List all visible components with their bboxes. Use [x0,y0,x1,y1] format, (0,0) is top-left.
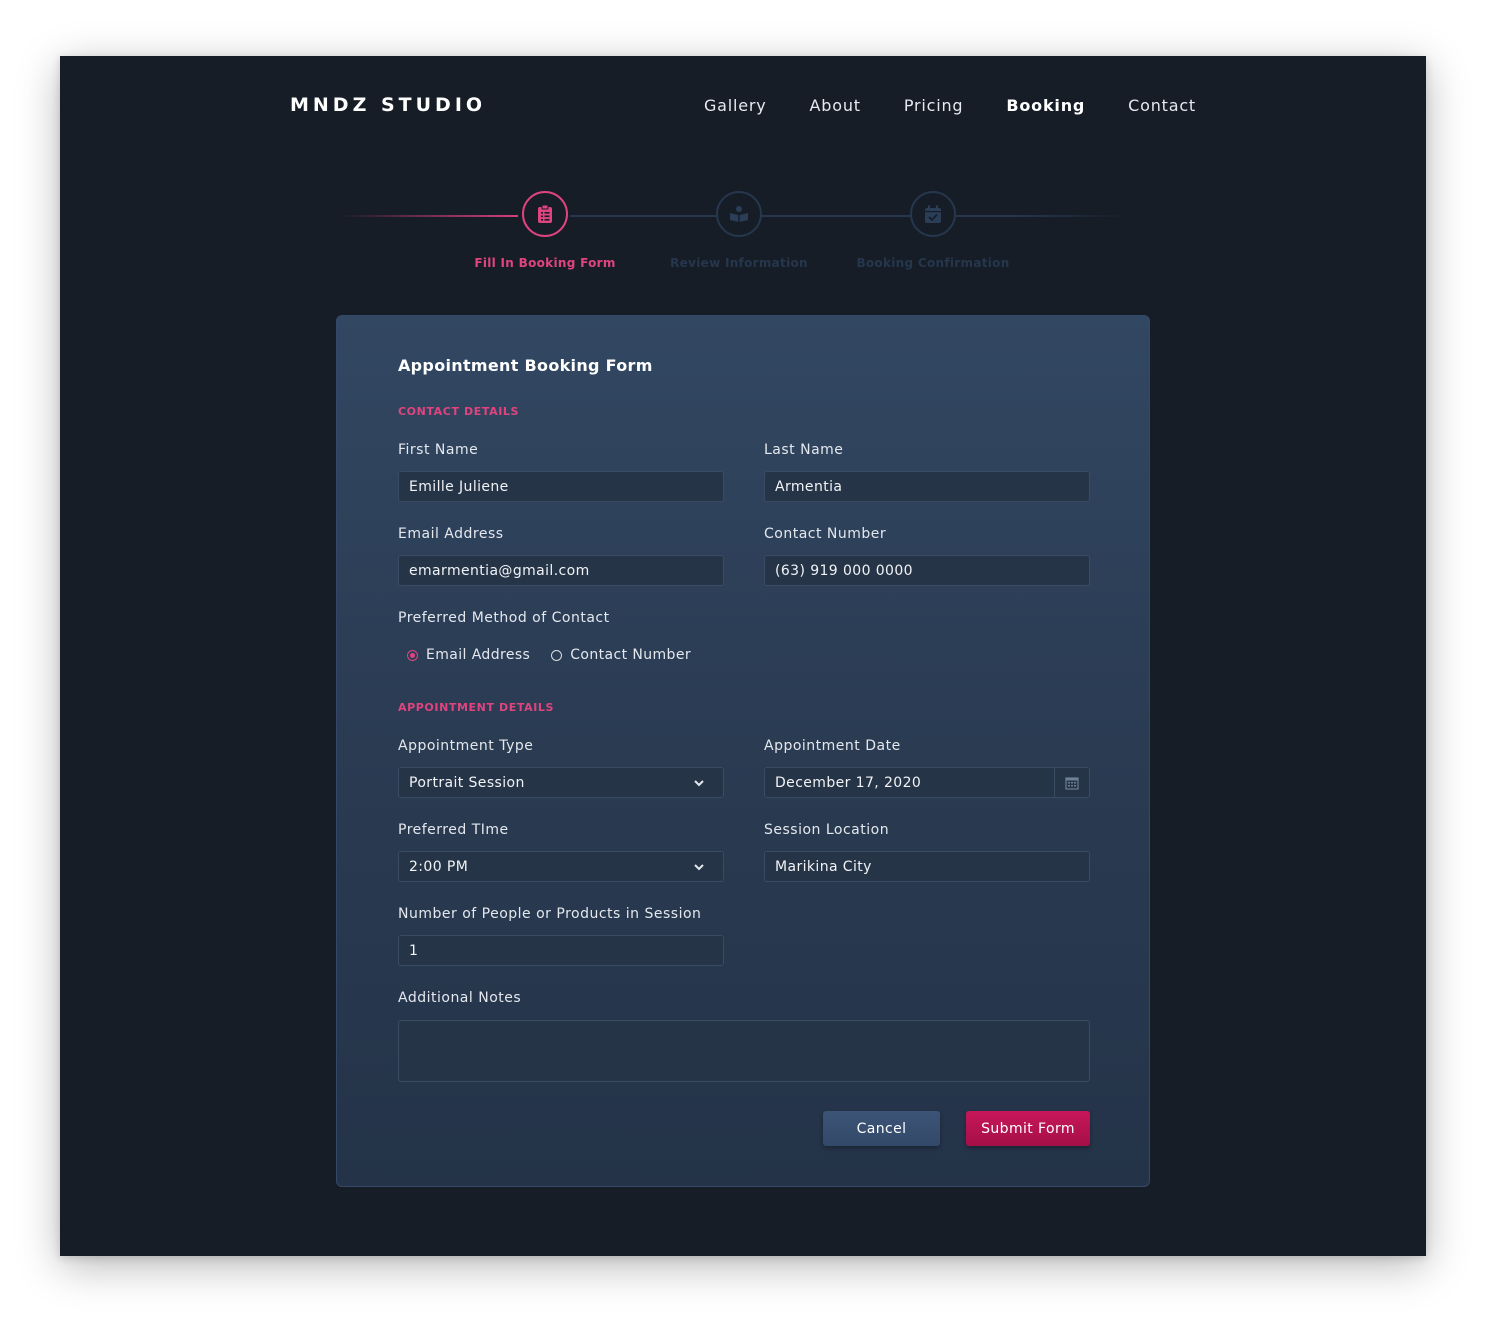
date-picker-button[interactable] [1054,768,1089,797]
session-location-value: Marikina City [775,858,872,875]
nav-pricing[interactable]: Pricing [904,96,964,115]
step-2-label: Review Information [670,256,808,270]
last-name-label: Last Name [764,442,844,458]
radio-email[interactable] [407,649,418,661]
book-reader-icon [730,206,748,222]
appointment-type-select[interactable]: Portrait Session [398,767,724,798]
last-name-input[interactable]: Armentia [764,471,1090,502]
session-location-input[interactable]: Marikina City [764,851,1090,882]
people-count-input[interactable]: 1 [398,935,724,966]
nav-booking[interactable]: Booking [1006,96,1085,115]
app-window: MNDZ STUDIO Gallery About Pricing Bookin… [60,56,1426,1256]
first-name-value: Emille Juliene [409,478,509,495]
nav-about[interactable]: About [810,96,861,115]
form-title: Appointment Booking Form [398,356,653,375]
step-3-circle[interactable] [910,191,956,237]
preferred-contact-radio-group: Email Address Contact Number [407,647,712,663]
step-1-label: Fill In Booking Form [474,256,616,270]
first-name-input[interactable]: Emille Juliene [398,471,724,502]
submit-form-button[interactable]: Submit Form [966,1111,1090,1146]
session-location-label: Session Location [764,822,890,838]
contact-section-title: CONTACT DETAILS [398,405,520,418]
radio-phone[interactable] [551,649,563,661]
appointment-type-label: Appointment Type [398,738,534,754]
appointment-date-input[interactable]: December 17, 2020 [764,767,1090,798]
calendar-check-icon [925,205,941,223]
stepper-track-complete [340,215,518,217]
preferred-contact-label: Preferred Method of Contact [398,610,610,626]
additional-notes-textarea[interactable] [398,1020,1090,1082]
nav-contact[interactable]: Contact [1128,96,1196,115]
preferred-time-value: 2:00 PM [409,858,469,875]
radio-phone-option[interactable]: Contact Number [551,647,691,663]
radio-email-label: Email Address [426,647,531,663]
step-2-circle[interactable] [716,191,762,237]
preferred-time-select[interactable]: 2:00 PM [398,851,724,882]
people-count-label: Number of People or Products in Session [398,906,702,922]
booking-form-card: Appointment Booking Form CONTACT DETAILS… [336,315,1150,1187]
people-count-value: 1 [409,942,419,959]
email-input[interactable]: emarmentia@gmail.com [398,555,724,586]
email-label: Email Address [398,526,504,542]
email-value: emarmentia@gmail.com [409,562,590,579]
chevron-down-icon [694,780,704,787]
contact-number-input[interactable]: (63) 919 000 0000 [764,555,1090,586]
clipboard-icon [538,204,552,223]
contact-number-value: (63) 919 000 0000 [775,562,913,579]
stepper-track-pending [570,215,1130,217]
first-name-label: First Name [398,442,479,458]
calendar-icon [1065,776,1079,790]
booking-stepper: Fill In Booking Form Review Information … [330,186,1140,276]
radio-email-option[interactable]: Email Address [407,647,530,663]
radio-phone-label: Contact Number [570,647,692,663]
nav-gallery[interactable]: Gallery [704,96,767,115]
main-nav: Gallery About Pricing Booking Contact [661,96,1196,115]
last-name-value: Armentia [775,478,843,495]
step-1-circle[interactable] [522,191,568,237]
appointment-section-title: APPOINTMENT DETAILS [398,701,555,714]
appointment-date-value: December 17, 2020 [775,774,922,791]
appointment-type-value: Portrait Session [409,774,525,791]
preferred-time-label: Preferred TIme [398,822,509,838]
cancel-button[interactable]: Cancel [823,1111,940,1146]
chevron-down-icon [694,864,704,871]
additional-notes-label: Additional Notes [398,990,522,1006]
contact-number-label: Contact Number [764,526,887,542]
appointment-date-label: Appointment Date [764,738,901,754]
logo[interactable]: MNDZ STUDIO [290,94,486,116]
step-3-label: Booking Confirmation [856,256,1010,270]
